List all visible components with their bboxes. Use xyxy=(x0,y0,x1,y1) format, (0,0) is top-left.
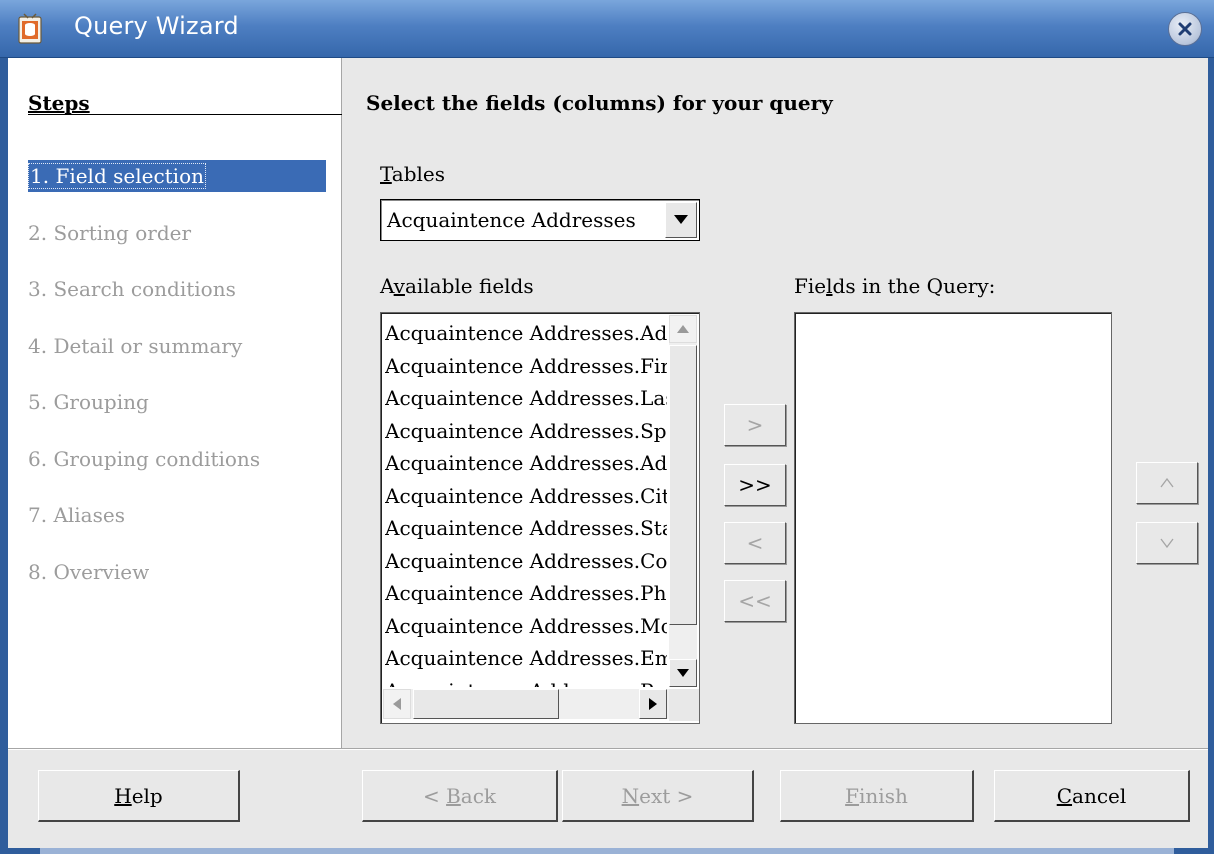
step-sorting-order: 2. Sorting order xyxy=(28,217,326,249)
horizontal-scroll-thumb[interactable] xyxy=(413,689,559,719)
arrow-left-icon xyxy=(393,698,401,710)
close-window-button[interactable] xyxy=(1168,12,1202,46)
help-button-label: Help xyxy=(114,783,163,808)
list-item[interactable]: Acquaintence Addresses.Spo xyxy=(385,415,667,448)
finish-button-label: Finish xyxy=(845,783,908,808)
back-button[interactable]: < Back xyxy=(362,770,558,822)
arrow-down-icon xyxy=(677,669,689,677)
remove-selected-field-button[interactable]: < xyxy=(724,522,786,564)
help-button[interactable]: Help xyxy=(38,770,240,822)
fields-in-query-list[interactable] xyxy=(794,312,1112,724)
list-item[interactable]: Acquaintence Addresses.Mob xyxy=(385,610,667,643)
close-icon xyxy=(1178,22,1192,36)
step-label: 3. Search conditions xyxy=(28,277,236,301)
cancel-button[interactable]: Cancel xyxy=(994,770,1190,822)
list-item[interactable]: Acquaintence Addresses.Ema xyxy=(385,642,667,675)
list-item[interactable]: Acquaintence Addresses.Firs xyxy=(385,350,667,383)
fields-in-query-label: Fields in the Query: xyxy=(794,274,996,298)
step-aliases: 7. Aliases xyxy=(28,499,326,531)
step-label: 8. Overview xyxy=(28,560,150,584)
steps-panel: Steps 1. Field selection 2. Sorting orde… xyxy=(8,58,342,748)
available-fields-label: Available fields xyxy=(380,274,534,298)
list-item[interactable]: Acquaintence Addresses.Stat xyxy=(385,512,667,545)
scroll-down-button[interactable] xyxy=(669,659,697,687)
step-field-selection[interactable]: 1. Field selection xyxy=(28,160,326,192)
list-item[interactable]: Acquaintence Addresses.Add xyxy=(385,317,667,350)
arrow-right-icon xyxy=(649,698,657,710)
add-all-fields-button[interactable]: >> xyxy=(724,464,786,506)
scrollbar-corner xyxy=(669,689,699,721)
arrow-down-icon xyxy=(1160,538,1174,548)
next-button[interactable]: Next > xyxy=(562,770,754,822)
steps-heading: Steps xyxy=(28,91,90,115)
page-heading: Select the fields (columns) for your que… xyxy=(366,91,833,115)
taskbar-strip xyxy=(40,848,1174,854)
title-bar[interactable]: Query Wizard xyxy=(0,0,1214,58)
add-selected-field-button[interactable]: > xyxy=(724,404,786,446)
finish-button[interactable]: Finish xyxy=(780,770,974,822)
move-field-down-button[interactable] xyxy=(1136,522,1198,564)
dialog-client-area: Steps 1. Field selection 2. Sorting orde… xyxy=(8,58,1208,848)
next-button-label: Next > xyxy=(621,783,694,808)
arrow-up-icon xyxy=(677,325,689,333)
list-item[interactable]: Acquaintence Addresses.Pho xyxy=(385,577,667,610)
arrow-up-icon xyxy=(1160,478,1174,488)
list-item[interactable]: Acquaintence Addresses.Last xyxy=(385,382,667,415)
step-label: 5. Grouping xyxy=(28,390,149,414)
query-wizard-window: Query Wizard Steps 1. Field selection 2.… xyxy=(0,0,1214,854)
available-fields-vertical-scrollbar[interactable] xyxy=(669,315,697,687)
step-grouping: 5. Grouping xyxy=(28,386,326,418)
footer-separator xyxy=(8,748,1208,750)
list-item[interactable]: Acquaintence Addresses.City xyxy=(385,480,667,513)
step-label: 2. Sorting order xyxy=(28,221,192,245)
move-field-up-button[interactable] xyxy=(1136,462,1198,504)
window-title: Query Wizard xyxy=(74,12,239,40)
list-item[interactable]: Acquaintence Addresses.Pos xyxy=(385,675,667,688)
vertical-scroll-thumb[interactable] xyxy=(669,345,697,625)
tables-selected-value: Acquaintence Addresses xyxy=(387,208,636,232)
chevron-down-icon xyxy=(674,215,688,224)
field-selection-page: Select the fields (columns) for your que… xyxy=(342,58,1208,748)
step-search-conditions: 3. Search conditions xyxy=(28,273,326,305)
available-fields-horizontal-scrollbar[interactable] xyxy=(383,689,669,719)
back-button-label: < Back xyxy=(422,783,497,808)
list-item[interactable]: Acquaintence Addresses.Cou xyxy=(385,545,667,578)
step-label: 6. Grouping conditions xyxy=(28,447,261,471)
remove-all-fields-button[interactable]: << xyxy=(724,580,786,622)
step-grouping-conditions: 6. Grouping conditions xyxy=(28,443,326,475)
database-app-icon xyxy=(18,13,42,44)
steps-divider xyxy=(28,114,342,115)
list-item[interactable]: Acquaintence Addresses.Adc xyxy=(385,447,667,480)
step-label: 4. Detail or summary xyxy=(28,334,243,358)
available-fields-items: Acquaintence Addresses.Add Acquaintence … xyxy=(385,317,667,687)
tables-dropdown[interactable]: Acquaintence Addresses xyxy=(380,199,700,241)
scroll-right-button[interactable] xyxy=(639,689,667,719)
step-label: 1. Field selection xyxy=(28,163,206,189)
dropdown-arrow-button[interactable] xyxy=(665,202,697,238)
step-label: 7. Aliases xyxy=(28,503,125,527)
scroll-left-button[interactable] xyxy=(383,689,411,719)
scroll-up-button[interactable] xyxy=(669,315,697,343)
step-detail-or-summary: 4. Detail or summary xyxy=(28,330,326,362)
cancel-button-label: Cancel xyxy=(1056,783,1127,808)
step-overview: 8. Overview xyxy=(28,556,326,588)
available-fields-list[interactable]: Acquaintence Addresses.Add Acquaintence … xyxy=(380,312,700,724)
tables-label: Tables xyxy=(380,162,446,186)
